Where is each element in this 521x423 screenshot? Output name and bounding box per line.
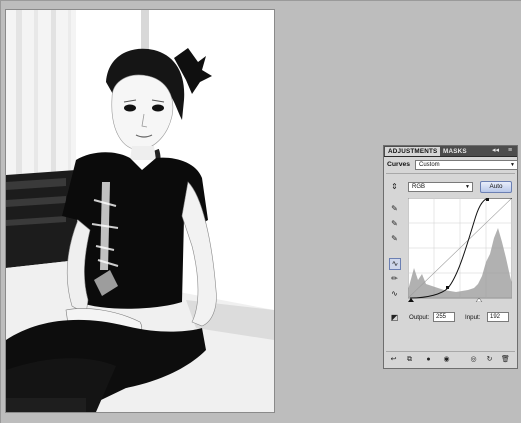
document-canvas[interactable] xyxy=(6,10,274,412)
collapse-panel-icon[interactable]: ◂◂ xyxy=(492,146,499,156)
smooth-curve-icon[interactable]: ∿ xyxy=(389,288,400,299)
panel-menu-icon[interactable]: ≡ xyxy=(508,146,512,156)
chevron-down-icon: ▼ xyxy=(465,184,470,190)
preset-dropdown[interactable]: Custom ▼ xyxy=(415,160,518,170)
black-point-eyedropper-icon[interactable]: ✎ xyxy=(389,203,400,214)
pencil-draw-icon[interactable]: ✏ xyxy=(389,273,400,284)
tab-masks[interactable]: MASKS xyxy=(440,147,470,156)
reset-icon[interactable]: ↻ xyxy=(485,355,494,364)
return-to-list-icon[interactable]: ↩ xyxy=(389,355,398,364)
photo-image xyxy=(6,10,274,412)
curves-graph[interactable] xyxy=(408,198,512,302)
divider xyxy=(386,173,515,174)
preset-value: Custom xyxy=(419,162,440,168)
input-output-row: Output: 255 Input: 192 xyxy=(387,312,515,324)
white-point-eyedropper-icon[interactable]: ✎ xyxy=(389,233,400,244)
output-field[interactable]: 255 xyxy=(433,312,455,322)
expanded-view-icon[interactable]: ⧉ xyxy=(405,355,414,364)
divider xyxy=(386,351,515,352)
curves-header-row: Curves Custom ▼ xyxy=(387,160,518,170)
input-label: Input: xyxy=(465,314,481,321)
panel-tab-bar: ADJUSTMENTS MASKS ◂◂ ≡ xyxy=(384,146,517,157)
input-field[interactable]: 192 xyxy=(487,312,509,322)
workspace-left-edge xyxy=(0,0,1,423)
output-label: Output: xyxy=(409,314,430,321)
curve-edit-points-icon[interactable]: ∿ xyxy=(389,258,401,270)
chevron-down-icon: ▼ xyxy=(510,162,515,168)
adjustment-type-label: Curves xyxy=(387,161,411,168)
channel-value: RGB xyxy=(412,184,426,190)
auto-button[interactable]: Auto xyxy=(480,181,512,193)
on-image-adjust-icon[interactable]: ⇕ xyxy=(389,181,400,192)
tab-adjustments[interactable]: ADJUSTMENTS xyxy=(385,147,441,156)
gray-point-eyedropper-icon[interactable]: ✎ xyxy=(389,218,400,229)
delete-layer-icon[interactable]: 🗑 xyxy=(501,355,510,364)
workspace-top-edge xyxy=(0,0,521,1)
visibility-eye-icon[interactable]: ◉ xyxy=(442,355,451,364)
adjustments-panel: ADJUSTMENTS MASKS ◂◂ ≡ Curves Custom ▼ ⇕… xyxy=(383,145,518,369)
clip-to-layer-icon[interactable]: ● xyxy=(424,355,433,364)
channel-dropdown[interactable]: RGB ▼ xyxy=(408,182,473,192)
view-previous-state-icon[interactable]: ◎ xyxy=(469,355,478,364)
